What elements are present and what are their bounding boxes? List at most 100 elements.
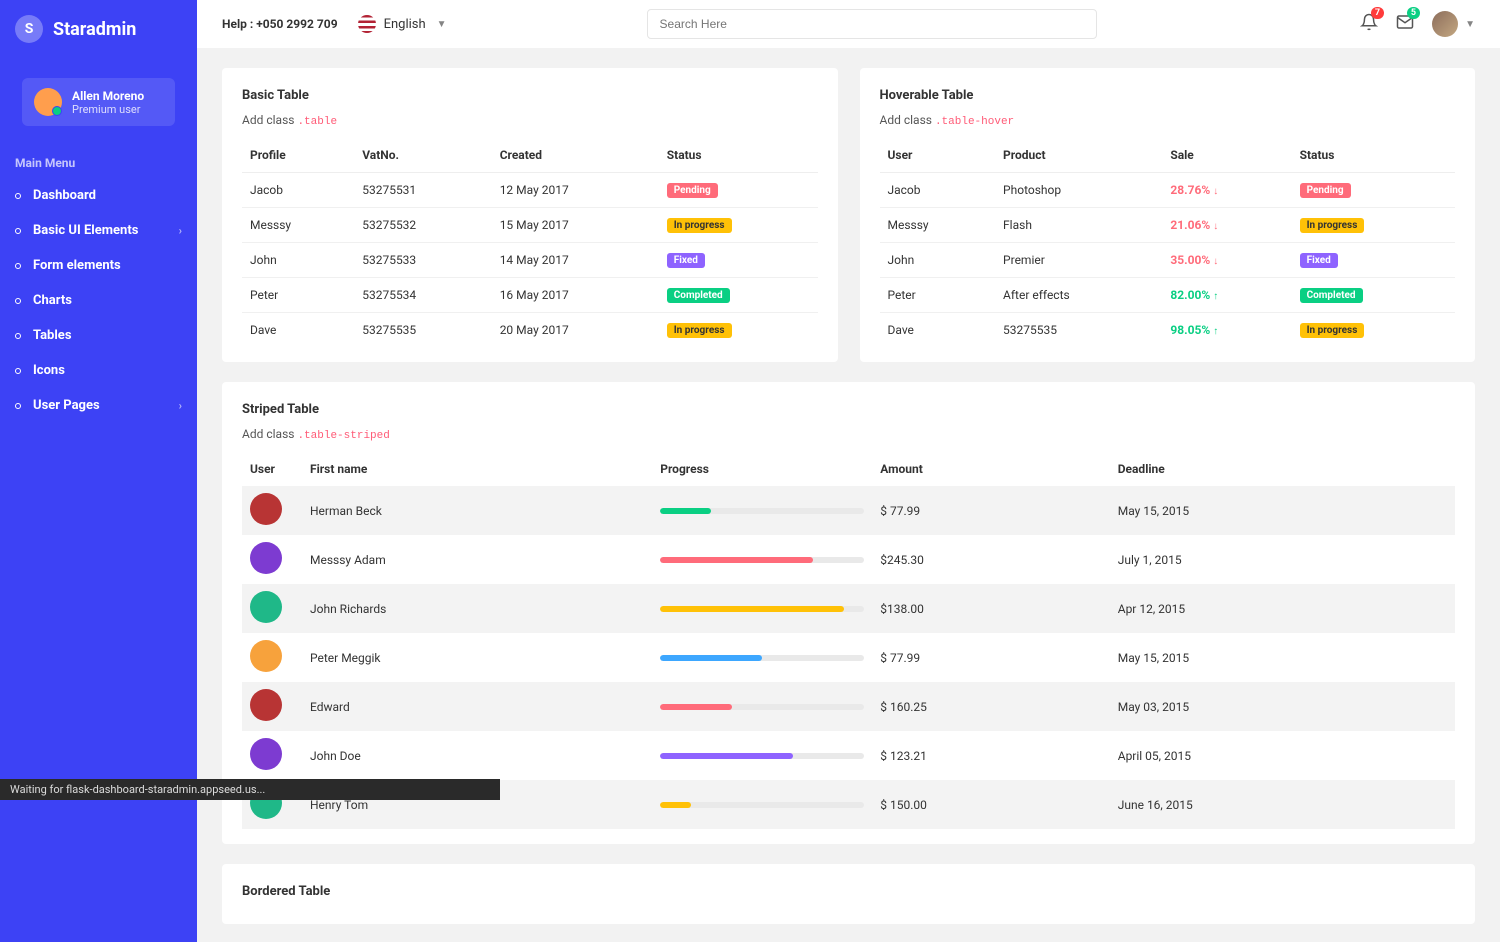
notifications-button[interactable]: 7 — [1360, 13, 1378, 35]
cell-product: Photoshop — [995, 173, 1162, 208]
sidebar-item-label: Tables — [33, 328, 72, 343]
table-row[interactable]: JohnPremier35.00%↓Fixed — [880, 243, 1456, 278]
help-text: Help : +050 2992 709 — [222, 17, 338, 31]
language-label: English — [384, 17, 426, 32]
search-input[interactable] — [647, 9, 1097, 39]
cell-product: 53275535 — [995, 313, 1162, 348]
column-header: Sale — [1162, 138, 1291, 173]
cell-user: Dave — [880, 313, 996, 348]
cell-progress — [652, 682, 872, 731]
cell-status: In progress — [659, 208, 818, 243]
language-selector[interactable]: English ▼ — [358, 15, 447, 33]
cell-firstname: Edward — [302, 682, 652, 731]
bullet-icon — [15, 228, 21, 234]
user-avatar-icon — [250, 591, 282, 623]
cell-product: After effects — [995, 278, 1162, 313]
sidebar-item-dashboard[interactable]: Dashboard — [0, 178, 197, 213]
table-row: John Doe$ 123.21April 05, 2015 — [242, 731, 1455, 780]
chevron-right-icon: › — [179, 224, 182, 237]
table-row[interactable]: MesssyFlash21.06%↓In progress — [880, 208, 1456, 243]
bullet-icon — [15, 403, 21, 409]
arrow-down-icon: ↓ — [1213, 256, 1218, 267]
cell-status: Fixed — [659, 243, 818, 278]
status-badge: Fixed — [667, 253, 705, 268]
cell-progress — [652, 486, 872, 535]
sidebar-item-charts[interactable]: Charts — [0, 283, 197, 318]
cell-created: 12 May 2017 — [492, 173, 659, 208]
cell-vat: 53275534 — [354, 278, 491, 313]
search-container — [647, 9, 1097, 39]
bullet-icon — [15, 333, 21, 339]
table-row: Herman Beck$ 77.99May 15, 2015 — [242, 486, 1455, 535]
cell-profile: Messsy — [242, 208, 354, 243]
user-avatar-icon — [250, 689, 282, 721]
status-badge: Fixed — [1300, 253, 1338, 268]
column-header: First name — [302, 452, 652, 486]
sidebar-item-user-pages[interactable]: User Pages › — [0, 388, 197, 423]
cell-status: Pending — [1292, 173, 1455, 208]
status-badge: In progress — [1300, 218, 1365, 233]
messages-button[interactable]: 5 — [1396, 13, 1414, 35]
cell-deadline: April 05, 2015 — [1110, 731, 1455, 780]
sidebar-item-tables[interactable]: Tables — [0, 318, 197, 353]
bullet-icon — [15, 368, 21, 374]
cell-profile: Jacob — [242, 173, 354, 208]
cell-profile: John — [242, 243, 354, 278]
progress-bar — [660, 802, 864, 808]
cell-amount: $ 77.99 — [872, 633, 1110, 682]
notif-badge: 7 — [1371, 7, 1384, 19]
table-row: John Richards$138.00Apr 12, 2015 — [242, 584, 1455, 633]
cell-amount: $138.00 — [872, 584, 1110, 633]
mail-badge: 5 — [1407, 7, 1420, 19]
table-row: Peter5327553416 May 2017Completed — [242, 278, 818, 313]
brand-name: Staradmin — [53, 19, 136, 40]
sidebar-item-basic-ui-elements[interactable]: Basic UI Elements › — [0, 213, 197, 248]
cell-user: Peter — [880, 278, 996, 313]
cell-firstname: John Doe — [302, 731, 652, 780]
cell-deadline: July 1, 2015 — [1110, 535, 1455, 584]
card-subtitle: Add class .table-hover — [880, 113, 1456, 128]
cell-created: 15 May 2017 — [492, 208, 659, 243]
cell-vat: 53275535 — [354, 313, 491, 348]
chevron-right-icon: › — [179, 399, 182, 412]
menu-section-header: Main Menu — [0, 141, 197, 178]
profile-menu[interactable]: ▼ — [1432, 11, 1475, 37]
table-row[interactable]: Dave5327553598.05%↑In progress — [880, 313, 1456, 348]
column-header: Product — [995, 138, 1162, 173]
arrow-up-icon: ↑ — [1213, 291, 1218, 302]
column-header: Created — [492, 138, 659, 173]
column-header: Deadline — [1110, 452, 1455, 486]
cell-deadline: May 03, 2015 — [1110, 682, 1455, 731]
bullet-icon — [15, 193, 21, 199]
brand-logo[interactable]: S Staradmin — [0, 15, 197, 63]
progress-bar — [660, 508, 864, 514]
cell-avatar — [242, 486, 302, 535]
cell-created: 14 May 2017 — [492, 243, 659, 278]
cell-created: 16 May 2017 — [492, 278, 659, 313]
table-row: Messsy5327553215 May 2017In progress — [242, 208, 818, 243]
column-header: Status — [1292, 138, 1455, 173]
cell-avatar — [242, 535, 302, 584]
table-row: Dave5327553520 May 2017In progress — [242, 313, 818, 348]
sidebar-item-label: Dashboard — [33, 188, 96, 203]
profile-avatar — [1432, 11, 1458, 37]
sidebar-item-icons[interactable]: Icons — [0, 353, 197, 388]
card-title: Basic Table — [242, 88, 818, 103]
table-row[interactable]: PeterAfter effects82.00%↑Completed — [880, 278, 1456, 313]
sidebar-item-label: User Pages — [33, 398, 100, 413]
user-card[interactable]: Allen Moreno Premium user — [22, 78, 175, 126]
cell-sale: 82.00%↑ — [1162, 278, 1291, 313]
arrow-down-icon: ↓ — [1213, 221, 1218, 232]
cell-progress — [652, 535, 872, 584]
sidebar-item-label: Basic UI Elements — [33, 223, 138, 238]
cell-avatar — [242, 633, 302, 682]
table-row: Edward$ 160.25May 03, 2015 — [242, 682, 1455, 731]
user-name: Allen Moreno — [72, 89, 144, 103]
user-avatar-icon — [250, 640, 282, 672]
cell-sale: 98.05%↑ — [1162, 313, 1291, 348]
table-row[interactable]: JacobPhotoshop28.76%↓Pending — [880, 173, 1456, 208]
card-title: Striped Table — [242, 402, 1455, 417]
sidebar-item-form-elements[interactable]: Form elements — [0, 248, 197, 283]
sidebar-item-label: Charts — [33, 293, 72, 308]
basic-table-card: Basic Table Add class .table ProfileVatN… — [222, 68, 838, 362]
